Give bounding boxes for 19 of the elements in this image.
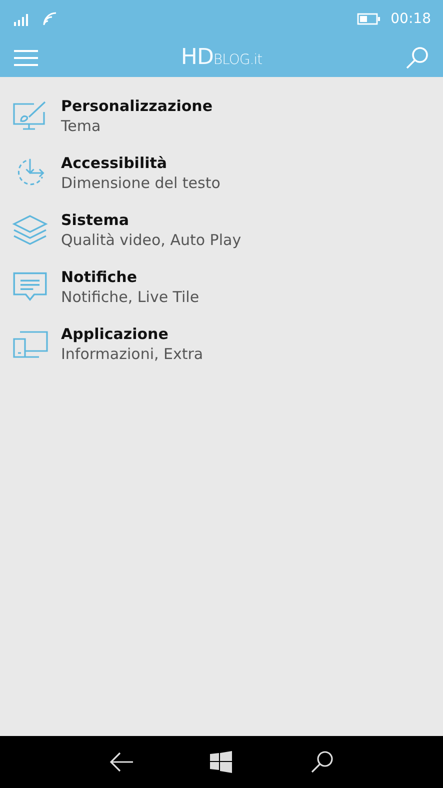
app-logo: HDBLOG.it bbox=[180, 45, 262, 70]
signal-icon bbox=[12, 12, 30, 26]
item-subtitle: Informazioni, Extra bbox=[61, 345, 204, 363]
layers-icon bbox=[12, 213, 48, 247]
item-subtitle: Qualità video, Auto Play bbox=[61, 231, 242, 249]
search-button[interactable] bbox=[310, 750, 334, 774]
battery-icon bbox=[356, 13, 381, 25]
item-subtitle: Tema bbox=[61, 117, 102, 135]
clock-time: 00:18 bbox=[390, 11, 431, 27]
item-title[interactable]: Applicazione bbox=[61, 325, 204, 343]
item-title[interactable]: Personalizzazione bbox=[61, 97, 212, 115]
windows-start-button[interactable] bbox=[210, 751, 232, 773]
item-title[interactable]: Sistema bbox=[61, 211, 242, 229]
item-title[interactable]: Notifiche bbox=[61, 268, 200, 286]
item-subtitle: Dimensione del testo bbox=[61, 174, 220, 192]
paintbrush-monitor-icon bbox=[12, 99, 48, 133]
back-button[interactable] bbox=[108, 752, 133, 772]
item-title[interactable]: Accessibilità bbox=[61, 154, 220, 172]
item-subtitle: Notifiche, Live Tile bbox=[61, 288, 200, 306]
